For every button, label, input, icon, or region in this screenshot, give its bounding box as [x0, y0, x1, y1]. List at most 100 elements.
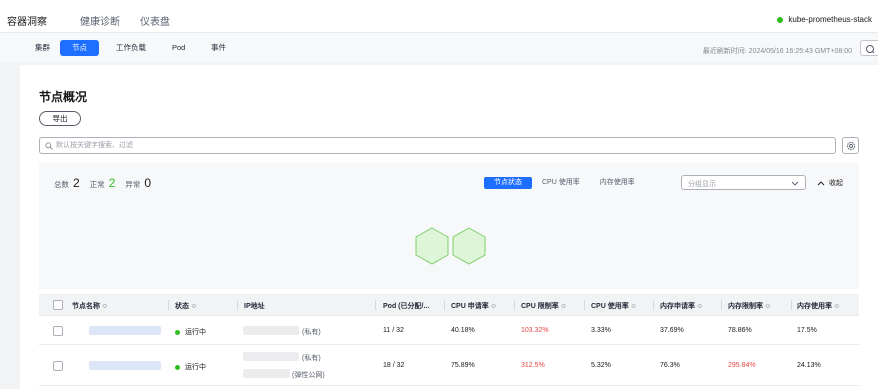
view-switch: 节点状态 CPU 使用率 内存使用率 [484, 177, 645, 189]
collapse-label: 收起 [829, 180, 843, 187]
col-ip: IP地址 [244, 303, 265, 310]
col-mem-usage[interactable]: 内存使用率 ≎ [797, 301, 840, 311]
tab-health-diagnosis[interactable]: 健康诊断 [80, 13, 120, 28]
node-table: 节点名称 ≎ 状态 ≎ IP地址 Pod (已分配/... CPU 申请率 ≎ CPU… [39, 294, 859, 386]
mem-limit-cell: 295.84% [728, 362, 756, 369]
node-overview: 总数 2 正常 2 异常 0 节点状态 CPU 使用率 内存使用率 分组显示 收… [39, 163, 859, 289]
chevron-up-icon [817, 180, 825, 185]
col-label: CPU 申请率 [451, 303, 489, 310]
search-input[interactable] [56, 139, 816, 152]
col-divider [444, 300, 445, 310]
col-label: 节点名称 [72, 303, 100, 310]
col-label: 内存使用率 [797, 303, 832, 310]
subtab-node[interactable]: 节点 [60, 40, 99, 56]
col-pods: Pod (已分配/... [383, 303, 430, 310]
subtab-event[interactable]: 事件 [203, 40, 234, 56]
mem-request-cell: 76.3% [660, 362, 680, 369]
cpu-limit-cell: 312.5% [521, 362, 545, 369]
subtab-pod[interactable]: Pod [164, 40, 193, 56]
mem-usage-cell: 17.5% [797, 327, 817, 334]
view-tab-memory-usage[interactable]: 内存使用率 [590, 177, 645, 189]
refresh-button[interactable] [860, 40, 878, 56]
node-name-link[interactable] [89, 326, 161, 335]
row-checkbox[interactable] [53, 326, 63, 336]
pods-cell: 18 / 32 [383, 362, 405, 369]
col-label: CPU 限制率 [521, 303, 559, 310]
col-mem-request[interactable]: 内存申请率 ≎ [660, 301, 703, 311]
col-mem-limit[interactable]: 内存限制率 ≎ [728, 301, 771, 311]
top-nav: 容器洞察 健康诊断 仪表盘 kube-prometheus-stack [0, 0, 878, 35]
col-divider [375, 300, 376, 310]
node-name-link[interactable] [89, 361, 161, 370]
col-status[interactable]: 状态 ≎ [175, 301, 197, 311]
select-all-checkbox[interactable] [53, 300, 63, 310]
sort-icon[interactable]: ≎ [491, 303, 497, 310]
col-node-name[interactable]: 节点名称 ≎ [72, 301, 108, 311]
abnormal-count: 0 [144, 176, 152, 190]
col-label: 状态 [175, 303, 189, 310]
ip-elastic [243, 369, 290, 378]
status-text: 运行中 [185, 364, 206, 371]
col-label: 内存申请率 [660, 303, 695, 310]
ip-tag-elastic: (弹性公网) [292, 372, 325, 379]
table-header: 节点名称 ≎ 状态 ≎ IP地址 Pod (已分配/... CPU 申请率 ≎ CPU… [39, 294, 859, 316]
cluster-selector[interactable]: kube-prometheus-stack [777, 15, 872, 24]
cpu-usage-cell: 5.32% [591, 362, 611, 369]
mem-usage-cell: 24.13% [797, 362, 821, 369]
sort-icon[interactable]: ≎ [102, 303, 108, 310]
filter-icon[interactable]: ≎ [191, 303, 197, 310]
col-label: 内存限制率 [728, 303, 763, 310]
subtab-workload[interactable]: 工作负载 [108, 40, 154, 56]
sort-icon[interactable]: ≎ [765, 303, 771, 310]
col-divider [514, 300, 515, 310]
running-status-icon [175, 329, 180, 335]
tab-container-insight[interactable]: 容器洞察 [7, 13, 47, 35]
mem-request-cell: 37.69% [660, 327, 684, 334]
running-status-icon [175, 364, 180, 370]
cpu-request-cell: 40.18% [451, 327, 475, 334]
cpu-usage-cell: 3.33% [591, 327, 611, 334]
sort-icon[interactable]: ≎ [561, 303, 567, 310]
status-text: 运行中 [185, 329, 206, 336]
table-row[interactable]: 运行中 (私有) 11 / 32 40.18% 103.32% 3.33% 37… [39, 316, 859, 345]
col-cpu-limit[interactable]: CPU 限制率 ≎ [521, 301, 567, 311]
col-cpu-request[interactable]: CPU 申请率 ≎ [451, 301, 497, 311]
group-select[interactable]: 分组显示 [681, 175, 806, 190]
collapse-button[interactable]: 收起 [817, 178, 843, 188]
col-divider [237, 300, 238, 310]
abnormal-label: 异常 [125, 180, 141, 189]
ip-private [243, 352, 299, 361]
subtab-cluster[interactable]: 集群 [27, 40, 58, 56]
sort-icon[interactable]: ≎ [697, 303, 703, 310]
search-icon [45, 142, 53, 150]
sub-nav: 集群 节点 工作负载 Pod 事件 最近刷新时间: 2024/05/16 16:… [0, 33, 878, 63]
total-label: 总数 [54, 180, 69, 189]
settings-button[interactable] [842, 137, 859, 154]
view-tab-cpu-usage[interactable]: CPU 使用率 [532, 177, 590, 189]
table-row[interactable]: 运行中 (私有) (弹性公网) 18 / 32 75.89% 312.5% 5.… [39, 345, 859, 386]
node-stats: 总数 2 正常 2 异常 0 [54, 176, 157, 190]
total-count: 2 [73, 176, 80, 190]
col-cpu-usage[interactable]: CPU 使用率 ≎ [591, 301, 637, 311]
page-title: 节点概况 [39, 90, 88, 104]
pods-cell: 11 / 32 [383, 327, 404, 334]
view-tab-node-status[interactable]: 节点状态 [484, 177, 532, 189]
col-divider [584, 300, 585, 310]
node-hex-2[interactable] [452, 227, 486, 265]
sort-icon[interactable]: ≎ [631, 303, 637, 310]
normal-label: 正常 [89, 180, 105, 189]
search-box[interactable] [39, 137, 836, 154]
chevron-down-icon [791, 181, 799, 186]
mem-limit-cell: 78.86% [728, 327, 752, 334]
cluster-status-icon [777, 16, 784, 23]
col-divider [721, 300, 722, 310]
status-cell: 运行中 [175, 362, 206, 372]
node-hex-1[interactable] [415, 227, 449, 265]
sort-icon[interactable]: ≎ [834, 303, 840, 310]
group-select-placeholder: 分组显示 [688, 181, 716, 188]
cpu-limit-cell: 103.32% [521, 327, 549, 334]
status-cell: 运行中 [175, 327, 206, 337]
row-checkbox[interactable] [53, 361, 63, 371]
tab-dashboard[interactable]: 仪表盘 [140, 13, 170, 28]
export-button[interactable]: 导出 [39, 111, 81, 126]
